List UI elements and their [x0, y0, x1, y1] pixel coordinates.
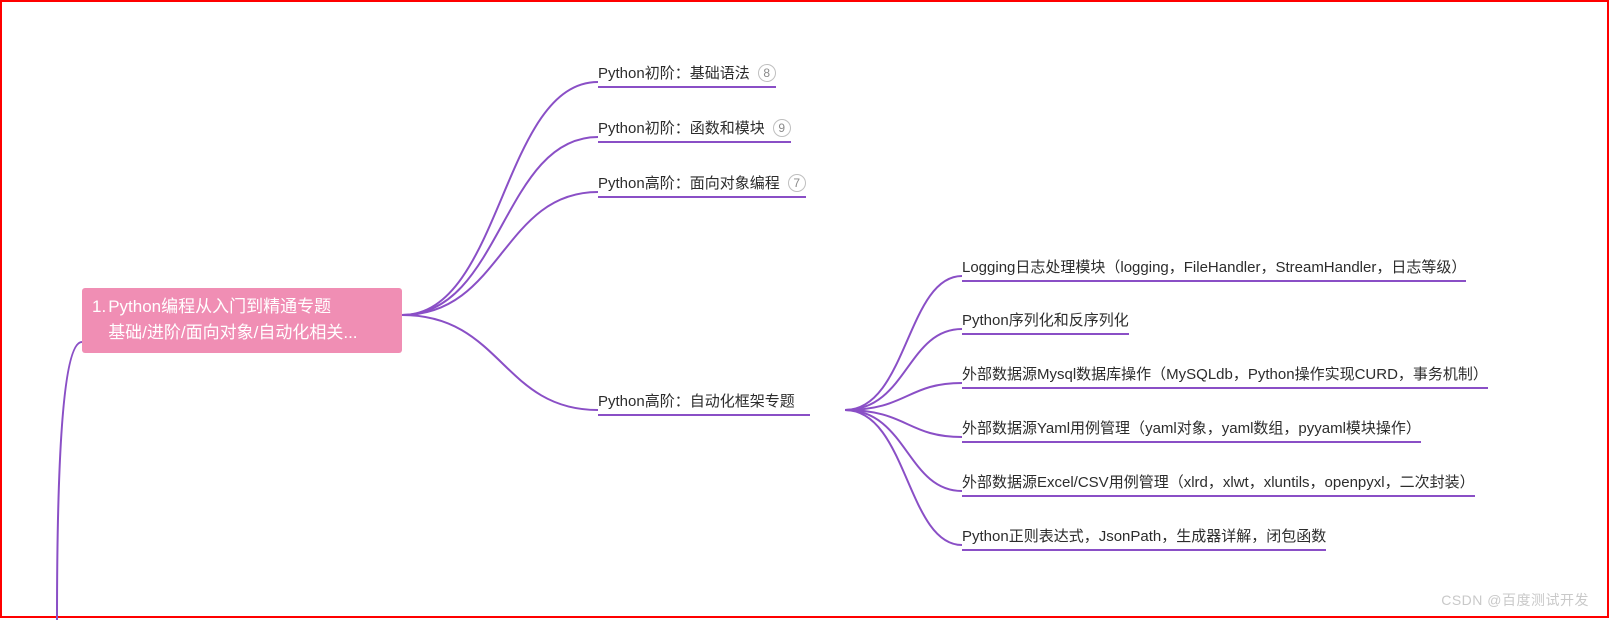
- count-badge: 8: [758, 64, 776, 82]
- branch-label: Python初阶：基础语法: [598, 62, 750, 83]
- mindmap-canvas: 1. Python编程从入门到精通专题 基础/进阶/面向对象/自动化相关... …: [2, 2, 1607, 616]
- leaf-label: Python正则表达式，JsonPath，生成器详解，闭包函数: [962, 525, 1326, 546]
- branch-node-oop[interactable]: Python高阶：面向对象编程 7: [598, 172, 806, 198]
- leaf-node-excel-csv[interactable]: 外部数据源Excel/CSV用例管理（xlrd，xlwt，xluntils，op…: [962, 471, 1475, 497]
- branch-label: Python初阶：函数和模块: [598, 117, 765, 138]
- branch-label: Python高阶：自动化框架专题: [598, 390, 795, 411]
- root-number: 1.: [92, 294, 106, 320]
- leaf-label: 外部数据源Yaml用例管理（yaml对象，yaml数组，pyyaml模块操作）: [962, 417, 1421, 438]
- leaf-label: 外部数据源Mysql数据库操作（MySQLdb，Python操作实现CURD，事…: [962, 363, 1488, 384]
- branch-node-automation[interactable]: Python高阶：自动化框架专题: [598, 390, 810, 416]
- branch-node-basic-syntax[interactable]: Python初阶：基础语法 8: [598, 62, 776, 88]
- leaf-node-mysql[interactable]: 外部数据源Mysql数据库操作（MySQLdb，Python操作实现CURD，事…: [962, 363, 1488, 389]
- branch-node-functions-modules[interactable]: Python初阶：函数和模块 9: [598, 117, 791, 143]
- leaf-label: Logging日志处理模块（logging，FileHandler，Stream…: [962, 256, 1466, 277]
- leaf-node-logging[interactable]: Logging日志处理模块（logging，FileHandler，Stream…: [962, 256, 1466, 282]
- leaf-label: 外部数据源Excel/CSV用例管理（xlrd，xlwt，xluntils，op…: [962, 471, 1475, 492]
- watermark-text: CSDN @百度测试开发: [1441, 590, 1589, 610]
- leaf-node-regex-jsonpath[interactable]: Python正则表达式，JsonPath，生成器详解，闭包函数: [962, 525, 1326, 551]
- leaf-label: Python序列化和反序列化: [962, 309, 1129, 330]
- root-node[interactable]: 1. Python编程从入门到精通专题 基础/进阶/面向对象/自动化相关...: [82, 288, 402, 353]
- count-badge: 7: [788, 174, 806, 192]
- root-title: Python编程从入门到精通专题 基础/进阶/面向对象/自动化相关...: [108, 294, 357, 347]
- leaf-node-yaml[interactable]: 外部数据源Yaml用例管理（yaml对象，yaml数组，pyyaml模块操作）: [962, 417, 1421, 443]
- count-badge: 9: [773, 119, 791, 137]
- branch-label: Python高阶：面向对象编程: [598, 172, 780, 193]
- leaf-node-serialization[interactable]: Python序列化和反序列化: [962, 309, 1129, 335]
